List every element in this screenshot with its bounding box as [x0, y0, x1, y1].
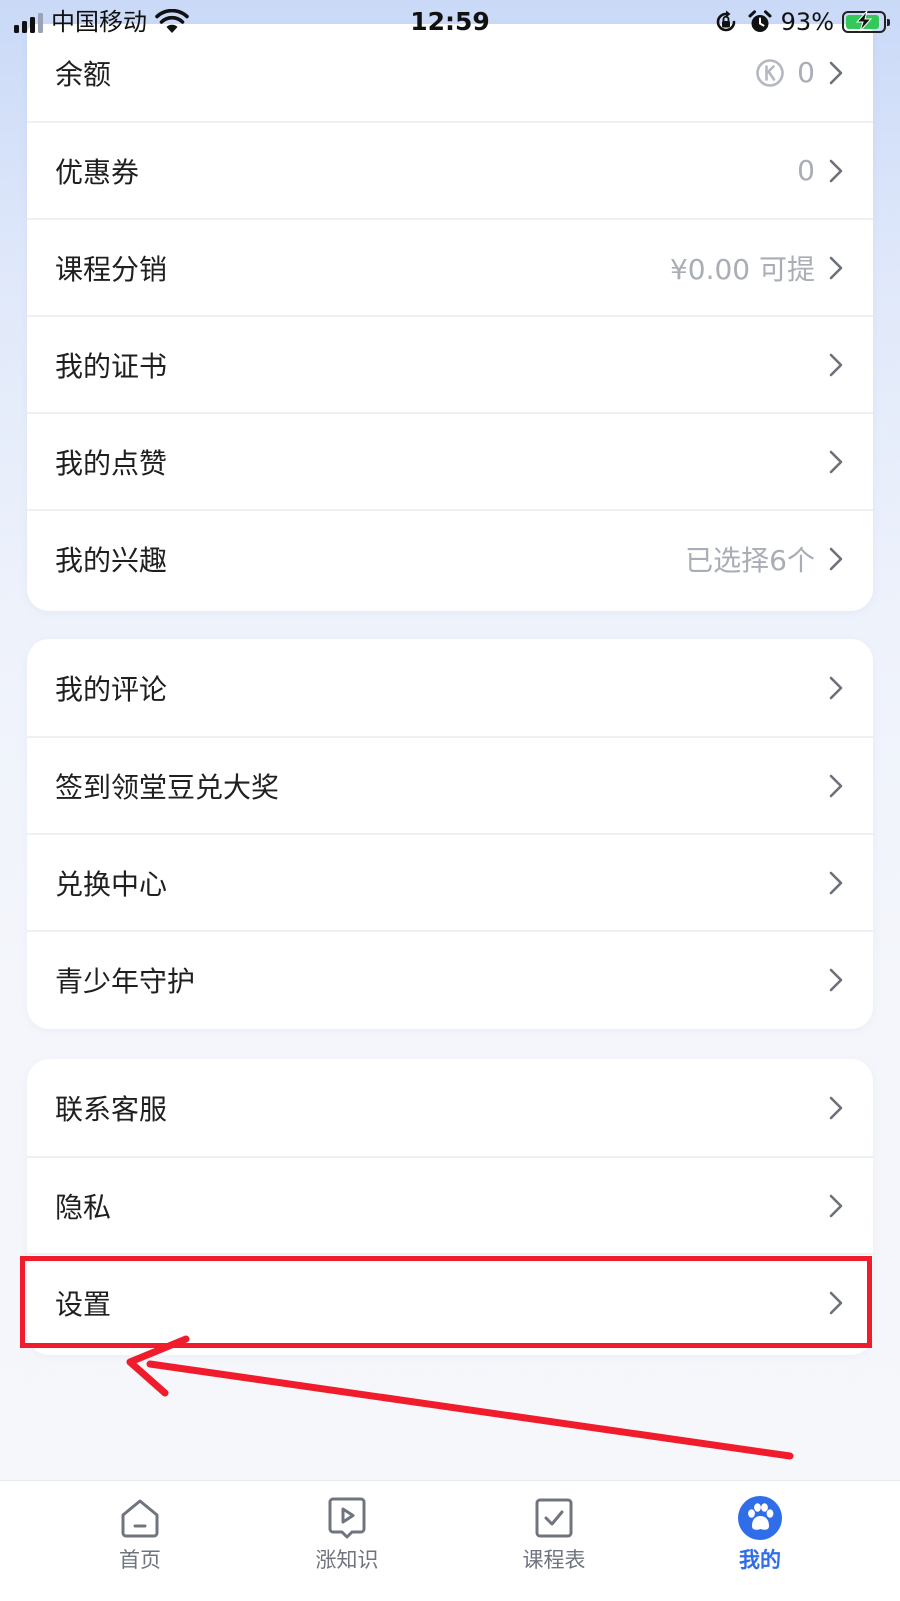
menu-row-label: 青少年守护	[55, 964, 196, 998]
play-icon	[328, 1497, 366, 1539]
tab-label: 涨知识	[315, 1548, 379, 1572]
menu-row-label: 隐私	[55, 1190, 112, 1224]
chevron-right-icon	[829, 353, 843, 376]
menu-row-label: 我的证书	[55, 349, 168, 383]
battery-icon	[842, 10, 890, 33]
menu-row-label: 联系客服	[55, 1092, 168, 1126]
chevron-right-icon	[829, 676, 843, 699]
menu-row-value: 0	[755, 56, 815, 89]
menu-row-value: 0	[797, 154, 815, 187]
menu-row-comments[interactable]: 我的评论	[27, 639, 873, 736]
status-bar: 中国移动 12:59 93%	[0, 0, 900, 44]
account-section-card: 余额 0 优惠券 0 课程分销 ¥0.00 可提 我的证书 我的点赞 我的兴趣 …	[27, 24, 873, 611]
menu-row-label: 优惠券	[55, 155, 140, 189]
chevron-right-icon	[829, 774, 843, 797]
tab-label: 我的	[739, 1548, 781, 1572]
menu-row-label: 我的兴趣	[55, 543, 168, 577]
menu-row-label: 签到领堂豆兑大奖	[55, 770, 280, 804]
menu-row-customer-service[interactable]: 联系客服	[27, 1059, 873, 1156]
chevron-right-icon	[829, 1194, 843, 1217]
chevron-right-icon	[829, 547, 843, 570]
chevron-right-icon	[829, 159, 843, 182]
chevron-right-icon	[829, 968, 843, 991]
chevron-right-icon	[829, 871, 843, 894]
battery-percent: 93%	[780, 8, 834, 36]
activity-section-card: 我的评论 签到领堂豆兑大奖 兑换中心 青少年守护	[27, 639, 873, 1029]
menu-row-likes[interactable]: 我的点赞	[27, 412, 873, 509]
menu-row-value: ¥0.00 可提	[669, 252, 815, 286]
menu-row-privacy[interactable]: 隐私	[27, 1156, 873, 1253]
menu-row-label: 我的点赞	[55, 446, 168, 480]
menu-row-label: 设置	[55, 1287, 112, 1321]
menu-row-youth-protection[interactable]: 青少年守护	[27, 930, 873, 1027]
chevron-right-icon	[829, 1096, 843, 1119]
tab-label: 首页	[119, 1548, 161, 1572]
menu-row-value: 已选择6个	[685, 543, 815, 577]
charging-bolt-icon	[855, 10, 873, 32]
k-coin-icon	[756, 58, 784, 87]
menu-row-course-distribution[interactable]: 课程分销 ¥0.00 可提	[27, 218, 873, 315]
balance-value: 0	[797, 56, 815, 89]
bottom-tab-bar: 首页 涨知识 课程表 我的	[0, 1480, 900, 1601]
support-section-card: 联系客服 隐私 设置	[27, 1059, 873, 1355]
menu-row-exchange-center[interactable]: 兑换中心	[27, 833, 873, 930]
chevron-right-icon	[829, 256, 843, 279]
tab-schedule[interactable]: 课程表	[494, 1495, 614, 1573]
menu-row-label: 课程分销	[55, 252, 168, 286]
check-icon	[535, 1498, 573, 1538]
chevron-right-icon	[829, 450, 843, 473]
status-right: 93%	[713, 6, 890, 38]
tab-label: 课程表	[522, 1548, 586, 1572]
tab-home[interactable]: 首页	[80, 1495, 200, 1573]
chevron-right-icon	[829, 61, 843, 84]
menu-row-label: 余额	[55, 57, 112, 91]
menu-row-label: 我的评论	[55, 672, 168, 706]
menu-row-interests[interactable]: 我的兴趣 已选择6个	[27, 509, 873, 606]
menu-row-coupons[interactable]: 优惠券 0	[27, 121, 873, 218]
tab-knowledge[interactable]: 涨知识	[287, 1495, 407, 1573]
paw-icon	[738, 1496, 782, 1540]
tab-mine[interactable]: 我的	[700, 1495, 820, 1573]
menu-row-settings[interactable]: 设置	[27, 1253, 873, 1350]
chevron-right-icon	[829, 1291, 843, 1314]
alarm-icon	[748, 10, 772, 32]
menu-row-certificates[interactable]: 我的证书	[27, 315, 873, 412]
menu-row-label: 兑换中心	[55, 867, 168, 901]
home-icon	[121, 1499, 159, 1538]
menu-row-checkin-rewards[interactable]: 签到领堂豆兑大奖	[27, 736, 873, 833]
rotation-lock-icon	[716, 10, 735, 32]
